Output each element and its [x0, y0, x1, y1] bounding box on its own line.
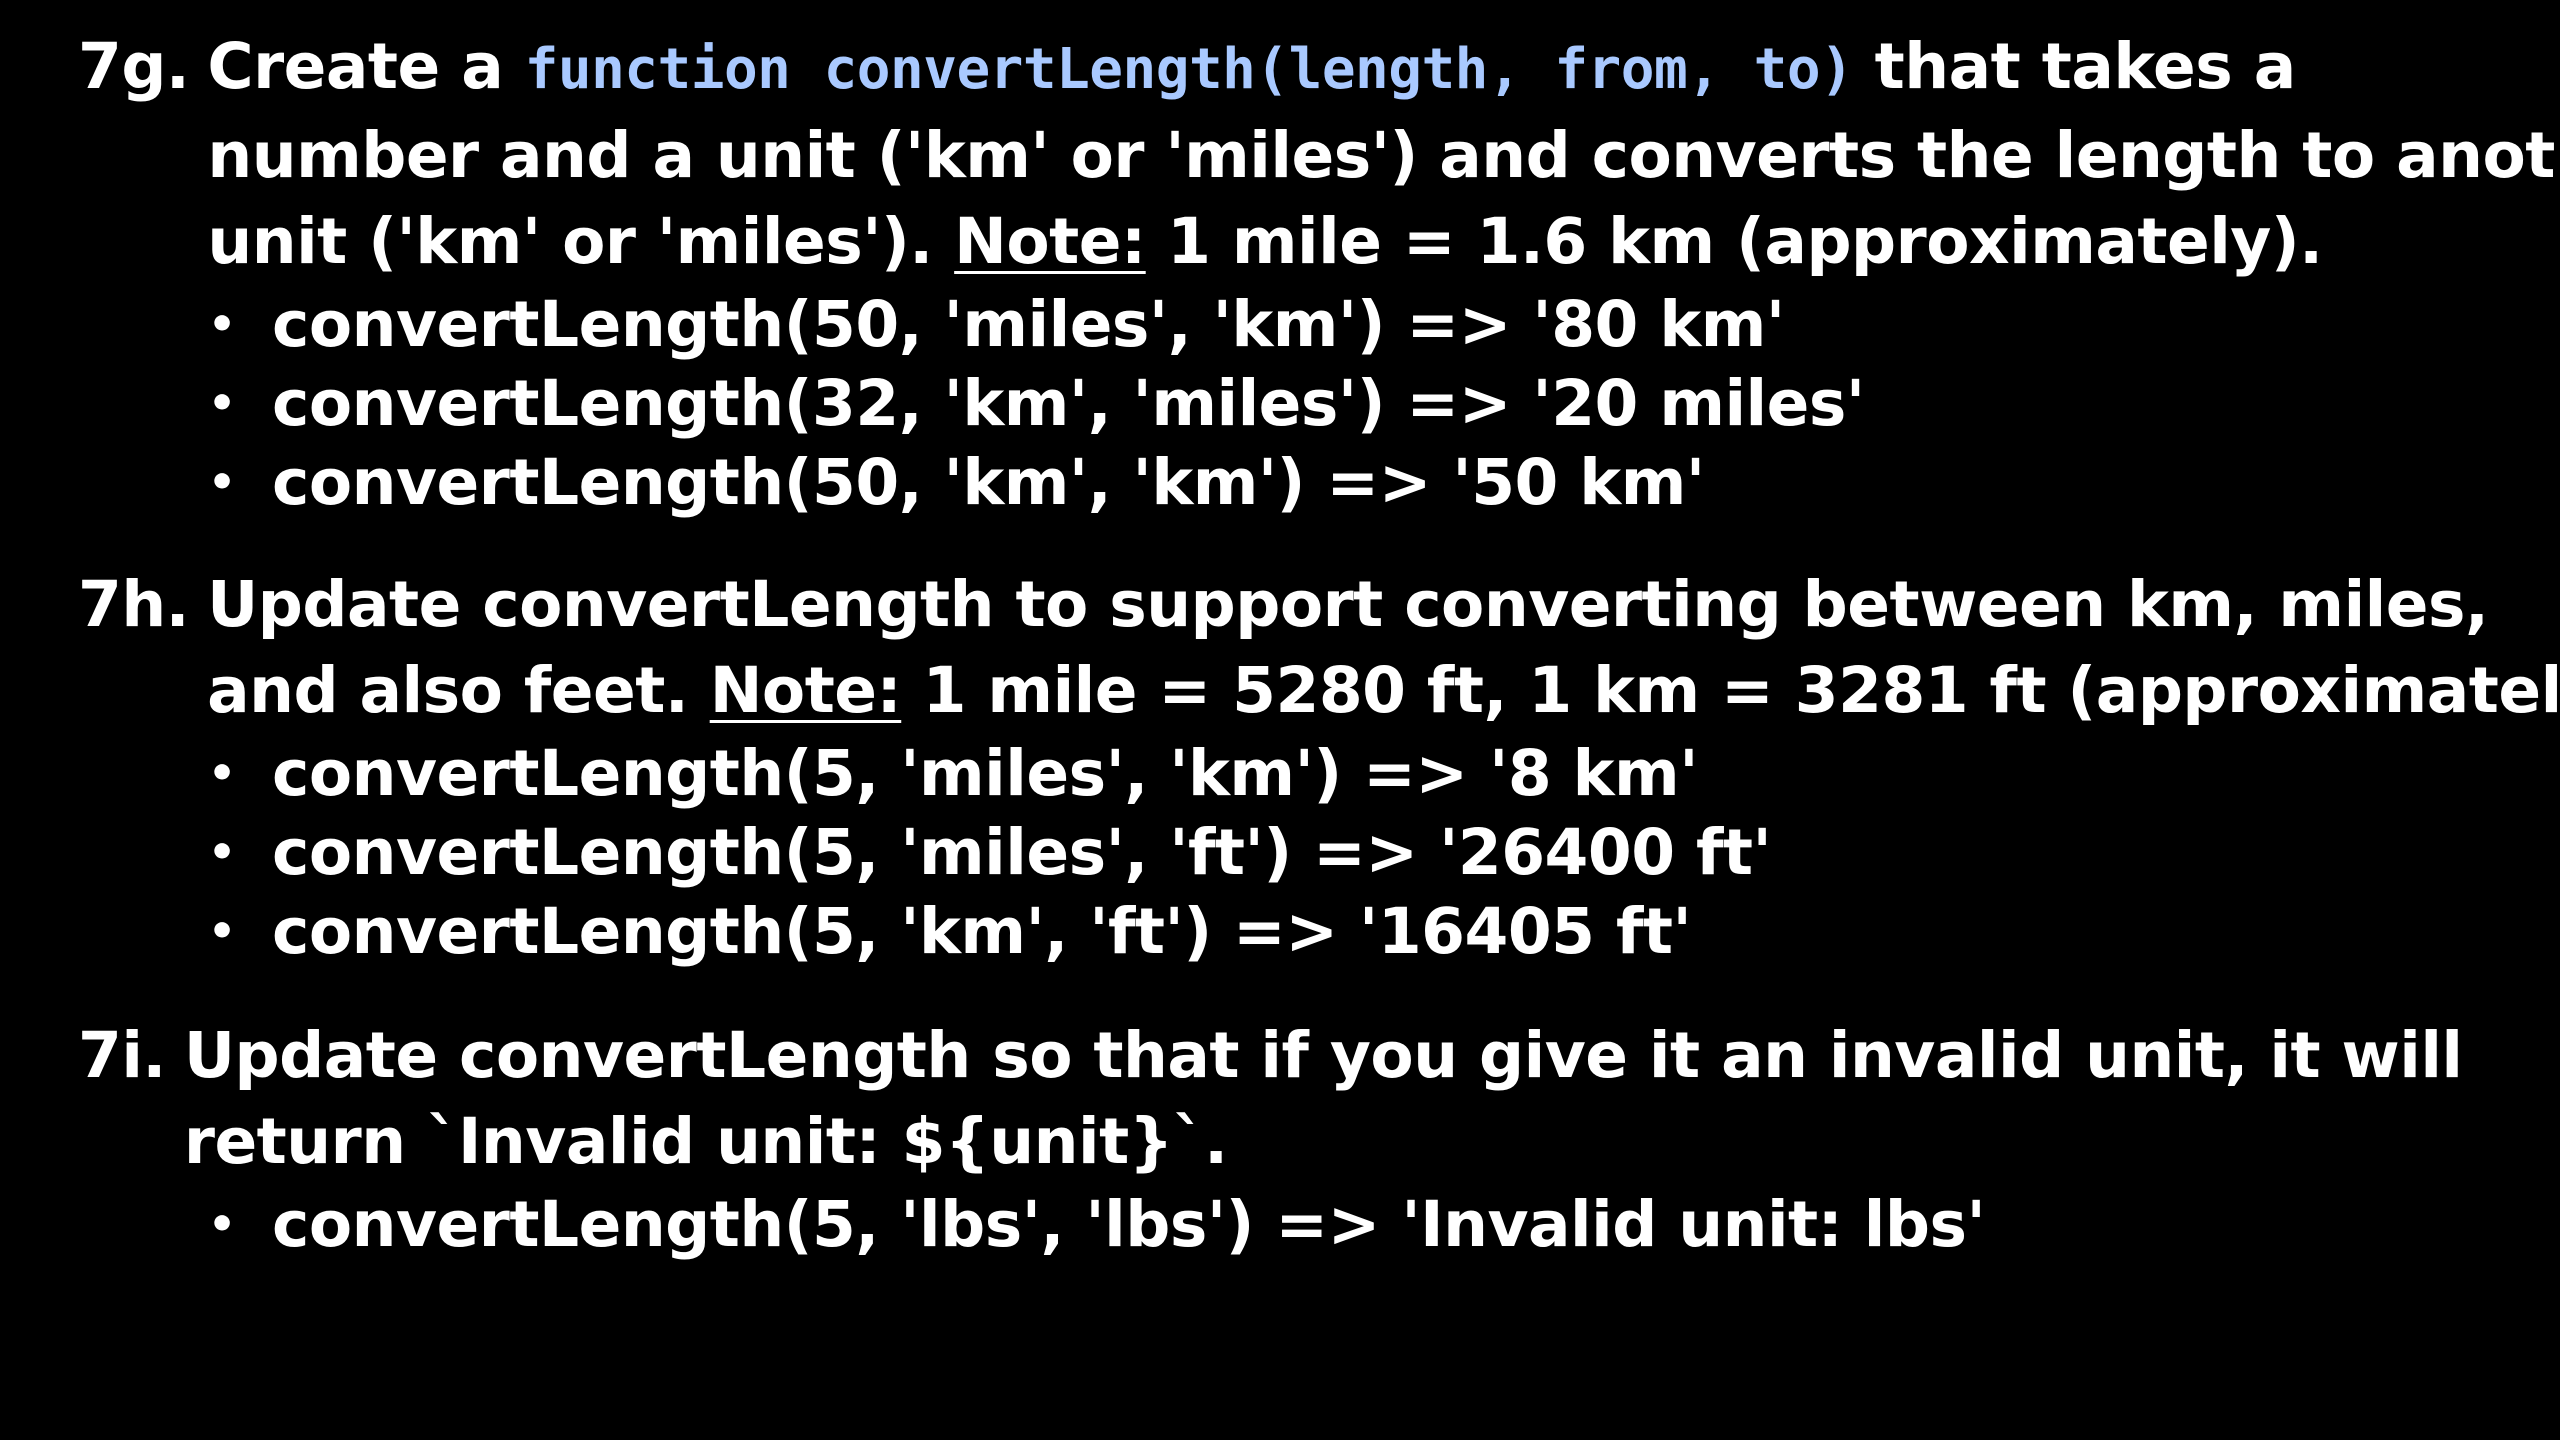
example-text: convertLength(5, 'lbs', 'lbs') => 'Inval… [272, 1188, 1986, 1261]
bullet-icon: • [208, 748, 236, 799]
exercise-7i: 7i. Update convertLength so that if you … [78, 1013, 2463, 1264]
exercise-7h: 7h. Update convertLength to support conv… [78, 562, 2560, 971]
example-item: • convertLength(50, 'miles', 'km') => '80… [78, 285, 2560, 364]
function-signature-code: function convertLength(length, from, to) [524, 37, 1854, 102]
note-label: Note: [954, 205, 1146, 278]
exercise-number: 7g. [78, 30, 190, 103]
statement-line: Create a function convertLength(length, … [207, 24, 2560, 113]
example-item: • convertLength(32, 'km', 'miles') => '20… [78, 364, 2560, 443]
bullet-icon: • [208, 906, 236, 957]
exercise-text: Update convertLength to support converti… [207, 562, 2560, 734]
note-label: Note: [709, 654, 902, 727]
example-text: convertLength(5, 'km', 'ft') => '16405 f… [272, 895, 1692, 968]
example-text: convertLength(5, 'miles', 'ft') => '2640… [272, 816, 1772, 889]
example-text: convertLength(50, 'km', 'km') => '50 km' [272, 446, 1705, 519]
statement-line: return `Invalid unit: ${unit}`. [183, 1105, 1228, 1178]
example-list: • convertLength(5, 'lbs', 'lbs') => 'Inva… [78, 1185, 2463, 1264]
bullet-icon: • [208, 299, 236, 350]
statement-line: Update convertLength so that if you give… [183, 1019, 2463, 1092]
statement-line: Update convertLength to support converti… [207, 568, 2489, 641]
example-item: • convertLength(5, 'miles', 'km') => '8 k… [78, 734, 2560, 813]
statement-text: Create a [207, 30, 525, 103]
statement-text: unit ('km' or 'miles'). [207, 205, 955, 278]
bullet-icon: • [208, 457, 236, 508]
example-item: • convertLength(5, 'km', 'ft') => '16405 … [78, 892, 2560, 971]
exercise-number: 7h. [78, 568, 190, 641]
example-list: • convertLength(5, 'miles', 'km') => '8 k… [78, 734, 2560, 971]
example-text: convertLength(50, 'miles', 'km') => '80 … [272, 288, 1785, 361]
bullet-icon: • [208, 827, 236, 878]
statement-line: unit ('km' or 'miles'). Note: 1 mile = 1… [207, 199, 2560, 285]
example-item: • convertLength(50, 'km', 'km') => '50 km… [78, 443, 2560, 522]
example-item: • convertLength(5, 'miles', 'ft') => '264… [78, 813, 2560, 892]
example-text: convertLength(32, 'km', 'miles') => '20 … [272, 367, 1865, 440]
exercise-text: Create a function convertLength(length, … [207, 24, 2560, 285]
exercise-number: 7i. [78, 1019, 166, 1092]
statement-text: that takes a [1853, 30, 2297, 103]
statement-text: 1 mile = 1.6 km (approximately). [1145, 205, 2323, 278]
exercise-7g-statement: 7g. Create a function convertLength(leng… [78, 24, 2560, 285]
statement-line: number and a unit ('km' or 'miles') and … [207, 119, 2560, 192]
statement-text: 1 mile = 5280 ft, 1 km = 3281 ft (approx… [901, 654, 2560, 727]
example-item: • convertLength(5, 'lbs', 'lbs') => 'Inva… [78, 1185, 2463, 1264]
exercise-7g: 7g. Create a function convertLength(leng… [78, 24, 2560, 522]
exercise-7i-statement: 7i. Update convertLength so that if you … [78, 1013, 2463, 1185]
exercise-text: Update convertLength so that if you give… [184, 1013, 2463, 1185]
bullet-icon: • [208, 378, 236, 429]
bullet-icon: • [208, 1199, 236, 1250]
example-text: convertLength(5, 'miles', 'km') => '8 km… [272, 737, 1698, 810]
statement-text: and also feet. [207, 654, 710, 727]
example-list: • convertLength(50, 'miles', 'km') => '80… [78, 285, 2560, 522]
statement-line: and also feet. Note: 1 mile = 5280 ft, 1… [207, 648, 2560, 734]
exercise-7h-statement: 7h. Update convertLength to support conv… [78, 562, 2560, 734]
